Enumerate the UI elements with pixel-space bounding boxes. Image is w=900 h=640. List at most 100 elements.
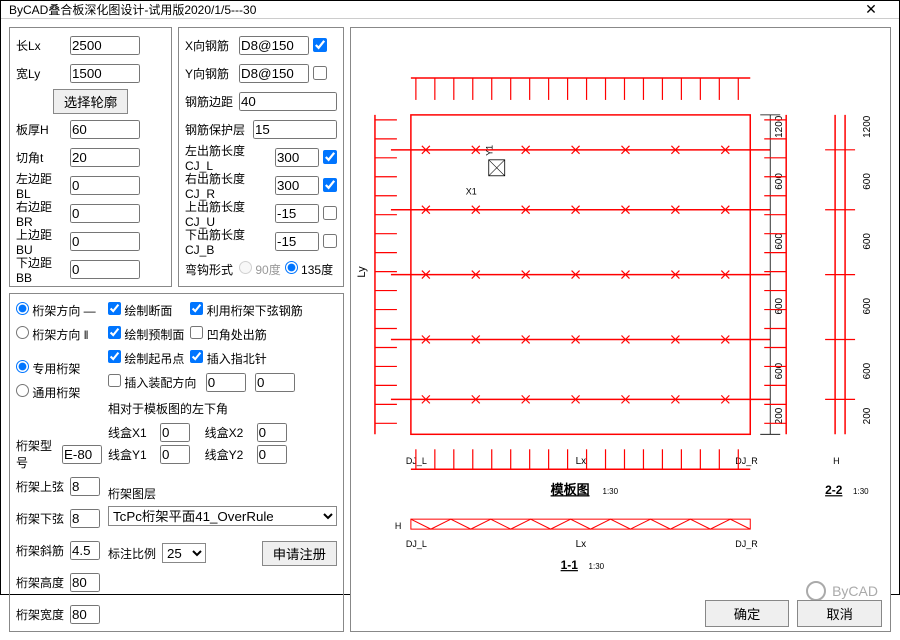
assembly-a1-input[interactable] [206, 373, 246, 392]
window-title: ByCAD叠合板深化图设计-试用版2020/1/5---30 [9, 1, 851, 18]
use-truss-bottom-checkbox[interactable]: 利用桁架下弦钢筋 [190, 302, 302, 319]
diag-input[interactable] [70, 541, 100, 560]
cju-input[interactable] [275, 204, 319, 223]
lx-label: 长Lx [16, 37, 66, 54]
br-label: 右边距BR [16, 198, 66, 229]
boxx1-input[interactable] [160, 423, 190, 442]
draw-precast-checkbox[interactable]: 绘制预制面 [108, 326, 184, 343]
svg-text:Y1: Y1 [485, 145, 495, 156]
svg-text:DJ_L: DJ_L [406, 539, 427, 549]
bu-label: 上边距BU [16, 226, 66, 257]
scale-label: 标注比例 [108, 545, 158, 562]
svg-text:1-1: 1-1 [561, 558, 579, 572]
cjr-checkbox[interactable] [323, 178, 337, 192]
dedicated-radio[interactable]: 专用桁架 [16, 360, 80, 377]
svg-text:600: 600 [862, 173, 873, 190]
svg-text:600: 600 [774, 362, 785, 379]
boxx2-label: 线盒X2 [205, 424, 253, 441]
top-input[interactable] [70, 477, 100, 496]
svg-text:H: H [395, 521, 401, 531]
top-label: 桁架上弦 [16, 478, 66, 495]
edge-input[interactable] [239, 92, 337, 111]
model-input[interactable] [62, 445, 102, 464]
ly-label: 宽Ly [16, 65, 66, 82]
svg-text:600: 600 [774, 233, 785, 250]
height-input[interactable] [70, 573, 100, 592]
boxy2-input[interactable] [257, 445, 287, 464]
close-icon[interactable]: ✕ [851, 1, 891, 18]
svg-text:1:30: 1:30 [853, 487, 869, 496]
xrebar-input[interactable] [239, 36, 309, 55]
draw-lift-checkbox[interactable]: 绘制起吊点 [108, 350, 184, 367]
svg-text:Ly: Ly [356, 266, 368, 278]
lx-input[interactable] [70, 36, 140, 55]
bb-label: 下边距BB [16, 254, 66, 285]
cancel-button[interactable]: 取消 [797, 600, 882, 627]
cju-label: 上出筋长度CJ_U [185, 198, 271, 229]
svg-text:600: 600 [774, 297, 785, 314]
cjb-input[interactable] [275, 232, 319, 251]
svg-text:Lx: Lx [576, 456, 587, 467]
bl-label: 左边距BL [16, 170, 66, 201]
width-input[interactable] [70, 605, 100, 624]
svg-text:X1: X1 [466, 187, 477, 197]
cjr-label: 右出筋长度CJ_R [185, 170, 271, 201]
general-radio[interactable]: 通用桁架 [16, 384, 80, 401]
register-button[interactable]: 申请注册 [262, 541, 337, 566]
hook-label: 弯钩形式 [185, 261, 235, 278]
t-label: 切角t [16, 149, 66, 166]
br-input[interactable] [70, 204, 140, 223]
bot-input[interactable] [70, 509, 100, 528]
svg-text:模板图: 模板图 [551, 482, 590, 497]
cjb-label: 下出筋长度CJ_B [185, 226, 271, 257]
svg-text:200: 200 [862, 407, 873, 424]
draw-section-checkbox[interactable]: 绘制断面 [108, 302, 172, 319]
wechat-icon [806, 581, 826, 601]
boxy1-input[interactable] [160, 445, 190, 464]
model-label: 桁架型号 [16, 437, 58, 471]
insert-assembly-checkbox[interactable]: 插入装配方向 [108, 374, 196, 391]
cju-checkbox[interactable] [323, 206, 337, 220]
h-label: 板厚H [16, 121, 66, 138]
scale-select[interactable]: 25 [162, 543, 206, 563]
yrebar-input[interactable] [239, 64, 309, 83]
trussdir1-radio[interactable]: 桁架方向 — [16, 302, 96, 319]
cover-label: 钢筋保护层 [185, 121, 249, 138]
svg-text:200: 200 [774, 407, 785, 424]
width-label: 桁架宽度 [16, 606, 66, 623]
svg-text:DJ_R: DJ_R [735, 539, 758, 549]
hook135-radio[interactable]: 135度 [285, 261, 333, 278]
select-outline-button[interactable]: 选择轮廓 [53, 89, 128, 114]
ly-input[interactable] [70, 64, 140, 83]
svg-text:1:30: 1:30 [603, 487, 619, 496]
bot-label: 桁架下弦 [16, 510, 66, 527]
bb-input[interactable] [70, 260, 140, 279]
assembly-a2-input[interactable] [255, 373, 295, 392]
yrebar-label: Y向钢筋 [185, 65, 235, 82]
corner-rebar-checkbox[interactable]: 凹角处出筋 [190, 326, 266, 343]
trussdir2-radio[interactable]: 桁架方向 ‖ [16, 326, 89, 343]
watermark: ByCAD [806, 581, 878, 601]
hook90-radio[interactable]: 90度 [239, 261, 281, 278]
t-input[interactable] [70, 148, 140, 167]
svg-text:1200: 1200 [774, 115, 785, 138]
h-input[interactable] [70, 120, 140, 139]
insert-compass-checkbox[interactable]: 插入指北针 [190, 350, 266, 367]
boxx2-input[interactable] [257, 423, 287, 442]
xrebar-checkbox[interactable] [313, 38, 327, 52]
cjl-label: 左出筋长度CJ_L [185, 142, 271, 173]
boxy1-label: 线盒Y1 [108, 446, 156, 463]
diag-label: 桁架斜筋 [16, 542, 66, 559]
cjb-checkbox[interactable] [323, 234, 337, 248]
bl-input[interactable] [70, 176, 140, 195]
boxy2-label: 线盒Y2 [205, 446, 253, 463]
cjl-input[interactable] [275, 148, 319, 167]
cjl-checkbox[interactable] [323, 150, 337, 164]
cover-input[interactable] [253, 120, 337, 139]
layer-select[interactable]: TcPc桁架平面41_OverRule [108, 506, 337, 526]
bu-input[interactable] [70, 232, 140, 251]
ok-button[interactable]: 确定 [705, 600, 790, 627]
cjr-input[interactable] [275, 176, 319, 195]
svg-text:600: 600 [862, 233, 873, 250]
yrebar-checkbox[interactable] [313, 66, 327, 80]
